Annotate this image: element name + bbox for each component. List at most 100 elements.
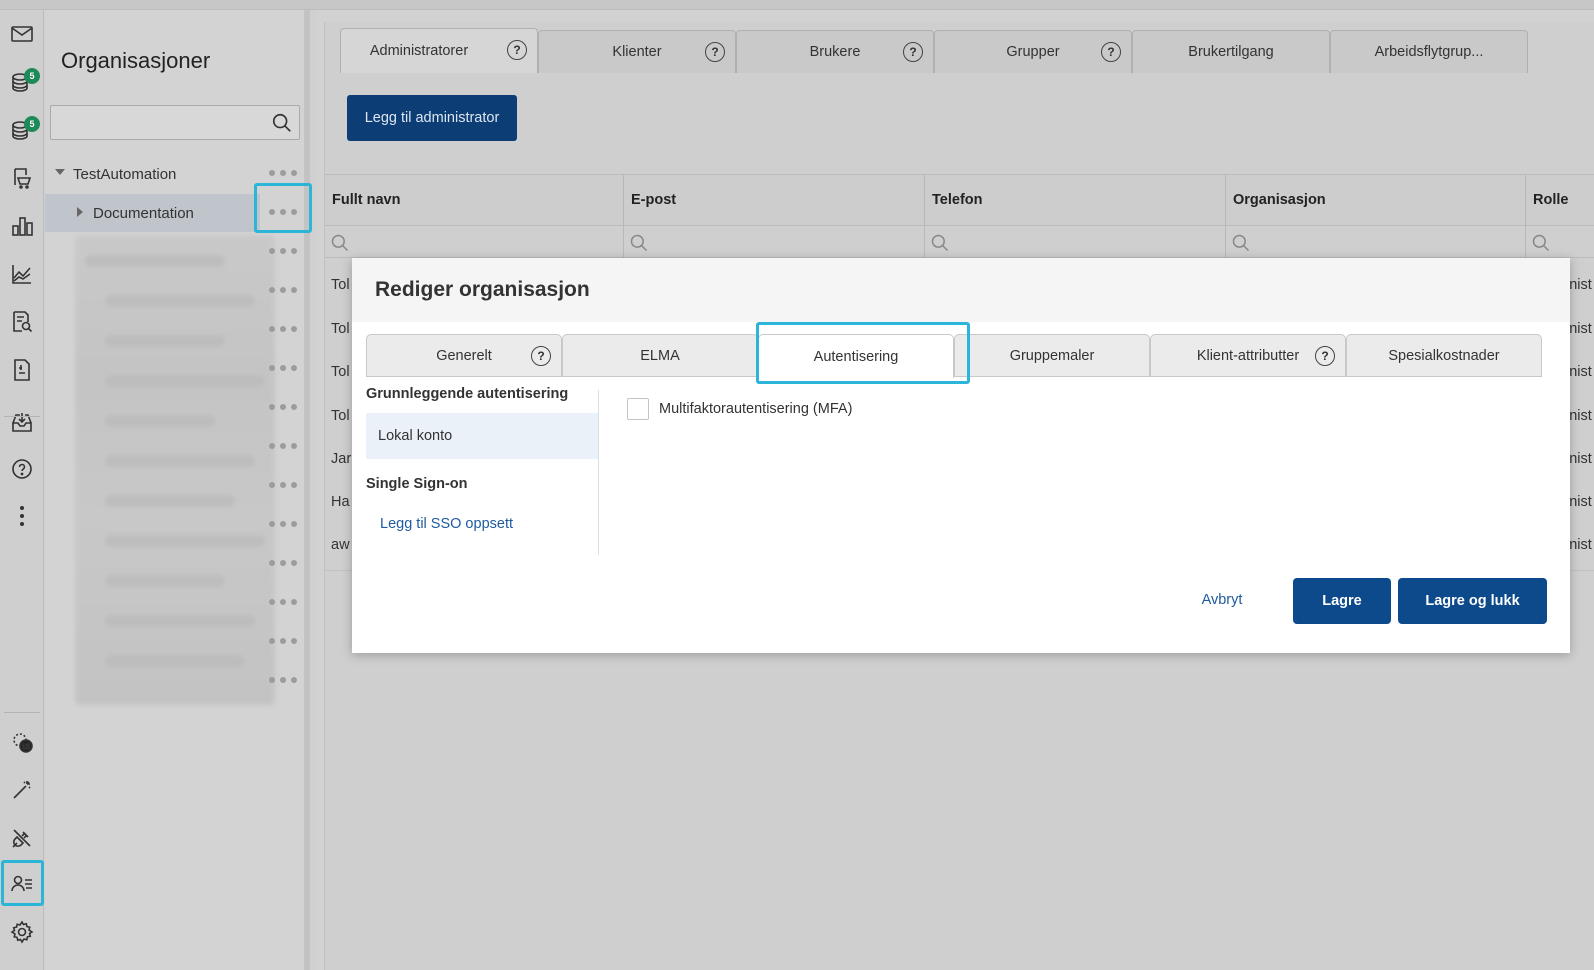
table-row[interactable]: Ha [331,494,350,510]
blurred-row-actions [257,428,305,466]
more-options-icon[interactable] [269,321,297,337]
cart-document-icon[interactable] [6,162,38,194]
tab-label: Generelt [436,347,492,364]
save-and-close-button[interactable]: Lagre og lukk [1398,578,1547,624]
mail-icon[interactable] [6,18,38,50]
user-list-icon[interactable] [6,868,38,900]
help-icon[interactable]: ? [507,40,527,60]
column-header-organization[interactable]: Organisasjon [1226,175,1526,227]
blurred-row-actions [257,506,305,544]
help-icon[interactable]: ? [705,42,725,62]
filter-phone[interactable] [925,226,1226,258]
more-options-icon[interactable] [269,399,297,415]
more-options-icon[interactable] [269,633,297,649]
inbox-download-icon[interactable] [6,406,38,438]
local-account-item[interactable]: Lokal konto [366,413,598,459]
add-sso-link[interactable]: Legg til SSO oppsett [380,516,513,532]
more-options-icon[interactable] [269,243,297,259]
tab-brukertilgang[interactable]: Brukertilgang [1132,30,1330,73]
tab-grupper[interactable]: Grupper ? [934,30,1132,73]
more-options-icon[interactable] [269,516,297,532]
table-row[interactable]: Tol [331,277,350,293]
tab-label: Gruppemaler [1009,347,1095,364]
help-icon[interactable]: ? [1101,42,1121,62]
line-chart-icon[interactable] [6,258,38,290]
grid-filter-row [325,226,1594,258]
org-search-input[interactable] [50,105,300,140]
tab-label: Brukere [809,44,861,60]
more-options-icon[interactable] [269,438,297,454]
panel-title: Organisasjoner [61,48,211,73]
tab-arbeidsflytgrupper[interactable]: Arbeidsflytgrup... [1330,30,1528,73]
more-options-icon[interactable] [269,594,297,610]
dialog-tab-elma[interactable]: ELMA [562,334,758,377]
table-row[interactable]: aw [331,537,350,553]
column-header-phone[interactable]: Telefon [925,175,1226,227]
sso-heading: Single Sign-on [366,476,468,492]
add-administrator-button[interactable]: Legg til administrator [347,95,517,141]
table-row[interactable]: Tol [331,364,350,380]
blurred-row-actions [257,311,305,349]
tab-administratorer[interactable]: Administratorer ? [340,28,538,73]
tab-klienter[interactable]: Klienter ? [538,30,736,73]
help-chat-icon[interactable] [6,454,38,486]
column-header-email[interactable]: E-post [624,175,925,227]
dialog-tab-spesialkostnader[interactable]: Spesialkostnader [1346,334,1542,377]
filter-organization[interactable] [1226,226,1526,258]
more-options-icon[interactable] [269,165,297,181]
rail-divider [4,416,40,417]
tree-item-documentation[interactable]: Documentation [45,194,260,232]
filter-full-name[interactable] [325,226,624,258]
svg-text:UI: UI [23,743,30,751]
more-options-icon[interactable] [269,360,297,376]
dialog-tab-gruppemaler[interactable]: Gruppemaler [954,334,1150,377]
column-header-role[interactable]: Rolle [1526,175,1594,227]
filter-email[interactable] [624,226,925,258]
caret-down-icon[interactable] [55,169,65,175]
mfa-checkbox[interactable] [627,398,649,420]
filter-role[interactable] [1526,226,1594,258]
table-row[interactable]: Jar [331,451,351,467]
dialog-tab-klient-attributter[interactable]: Klient-attributter ? [1150,334,1346,377]
search-icon [1532,234,1550,252]
help-icon[interactable]: ? [903,42,923,62]
tab-label: Spesialkostnader [1388,347,1500,364]
cancel-button[interactable]: Avbryt [1192,586,1252,614]
ui-settings-icon[interactable]: UI [6,726,38,758]
blurred-row-actions [257,350,305,388]
more-vertical-icon[interactable] [6,500,38,532]
invoice-icon[interactable] [6,354,38,386]
search-icon[interactable] [271,112,293,134]
organization-panel: Organisasjoner TestAutomation Documentat… [45,10,310,970]
blurred-row-actions [257,662,305,700]
more-options-icon[interactable] [269,282,297,298]
tree-item-label: Documentation [93,205,194,222]
magic-wand-icon[interactable] [6,774,38,806]
document-search-icon[interactable] [6,306,38,338]
more-options-icon[interactable] [269,555,297,571]
column-header-label: E-post [631,192,677,208]
save-button[interactable]: Lagre [1293,578,1391,624]
tab-label: Brukertilgang [1188,44,1274,60]
active-tab-highlight [756,322,970,384]
help-icon[interactable]: ? [531,346,551,366]
table-row[interactable]: Tol [331,321,350,337]
notification-badge: 5 [24,68,40,84]
plug-icon[interactable] [6,822,38,854]
bar-chart-icon[interactable] [6,210,38,242]
column-header-full-name[interactable]: Fullt navn [325,175,624,227]
gear-icon[interactable] [6,916,38,948]
more-options-icon[interactable] [269,477,297,493]
coins-icon[interactable]: 5 [6,66,40,98]
column-header-label: Organisasjon [1233,192,1326,208]
coins-icon[interactable]: 5 [6,114,40,146]
blurred-tree-items [75,235,275,705]
blurred-row-actions [257,545,305,583]
more-options-icon[interactable] [269,672,297,688]
help-icon[interactable]: ? [1315,346,1335,366]
tab-brukere[interactable]: Brukere ? [736,30,934,73]
table-row[interactable]: Tol [331,408,350,424]
caret-right-icon[interactable] [77,207,83,217]
tab-label: ELMA [640,347,680,364]
dialog-tab-generelt[interactable]: Generelt ? [366,334,562,377]
